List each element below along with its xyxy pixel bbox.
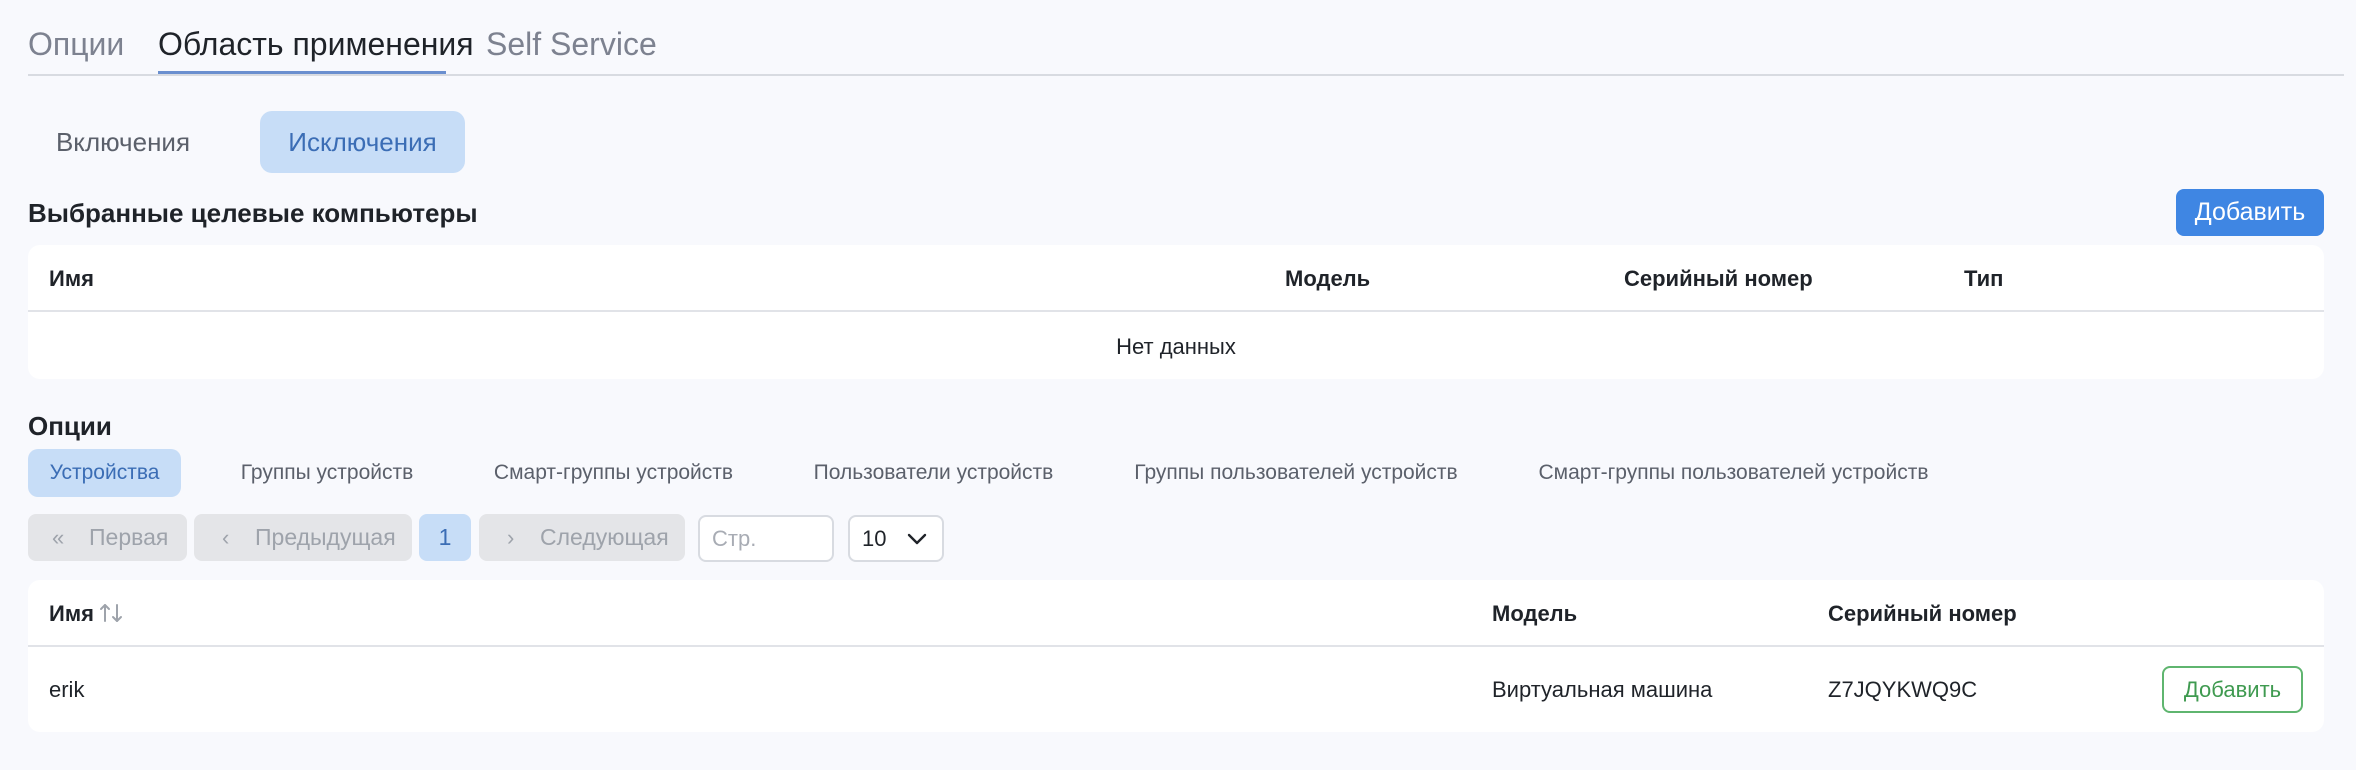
add-target-button[interactable]: Добавить bbox=[2176, 189, 2324, 236]
page-size-value: 10 bbox=[862, 526, 887, 551]
sort-icon[interactable] bbox=[98, 601, 124, 625]
next-page-button[interactable]: › Следующая bbox=[479, 514, 685, 561]
prev-page-button[interactable]: ‹ Предыдущая bbox=[194, 514, 412, 561]
column-header-type[interactable]: Тип bbox=[1964, 266, 2003, 292]
page-size-select[interactable]: 10 bbox=[848, 515, 944, 562]
device-serial: Z7JQYKWQ9C bbox=[1828, 677, 1978, 702]
column-header-model[interactable]: Модель bbox=[1285, 266, 1370, 292]
active-tab-indicator bbox=[158, 71, 446, 74]
chevron-left-icon: ‹ bbox=[222, 525, 230, 550]
tab-options[interactable]: Опции bbox=[28, 26, 124, 63]
chip-device-user-smart-groups[interactable]: Смарт-группы пользователей устройств bbox=[1518, 449, 1949, 497]
subtab-inclusions[interactable]: Включения bbox=[28, 111, 218, 173]
empty-state-text: Нет данных bbox=[1116, 334, 1236, 359]
tab-self-service[interactable]: Self Service bbox=[486, 26, 657, 63]
page-number-input[interactable] bbox=[698, 515, 834, 562]
column-header-serial[interactable]: Серийный номер bbox=[1828, 601, 2017, 627]
add-device-button[interactable]: Добавить bbox=[2162, 666, 2303, 713]
prev-page-label: Предыдущая bbox=[255, 524, 396, 550]
column-header-serial[interactable]: Серийный номер bbox=[1624, 266, 1813, 292]
top-tab-bar: Опции Область применения Self Service bbox=[28, 0, 2344, 76]
options-title: Опции bbox=[28, 411, 112, 441]
header-divider bbox=[28, 310, 2324, 312]
chip-device-user-groups[interactable]: Группы пользователей устройств bbox=[1114, 449, 1478, 497]
tab-scope[interactable]: Область применения bbox=[158, 26, 474, 63]
chevron-right-icon: › bbox=[507, 525, 515, 550]
column-header-name[interactable]: Имя bbox=[49, 601, 94, 627]
column-header-model[interactable]: Модель bbox=[1492, 601, 1577, 627]
column-header-name[interactable]: Имя bbox=[49, 266, 94, 292]
chip-device-smart-groups[interactable]: Смарт-группы устройств bbox=[474, 449, 753, 497]
next-page-label: Следующая bbox=[540, 524, 669, 550]
targets-table: Имя Модель Серийный номер Тип Нет данных bbox=[28, 245, 2324, 379]
chevron-down-icon bbox=[907, 533, 927, 545]
current-page[interactable]: 1 bbox=[419, 514, 471, 561]
device-name: erik bbox=[49, 677, 85, 702]
chip-devices[interactable]: Устройства bbox=[28, 449, 181, 497]
subtab-exclusions[interactable]: Исключения bbox=[260, 111, 465, 173]
double-chevron-left-icon: « bbox=[52, 525, 65, 550]
device-model: Виртуальная машина bbox=[1492, 677, 1713, 702]
targets-title: Выбранные целевые компьютеры bbox=[28, 198, 478, 228]
first-page-label: Первая bbox=[89, 524, 169, 550]
devices-table: Имя Модель Серийный номер erik Виртуальн… bbox=[28, 580, 2324, 732]
first-page-button[interactable]: « Первая bbox=[28, 514, 187, 561]
table-row: erik Виртуальная машина Z7JQYKWQ9C bbox=[28, 647, 2324, 732]
chip-device-groups[interactable]: Группы устройств bbox=[220, 449, 434, 497]
chip-device-users[interactable]: Пользователи устройств bbox=[793, 449, 1074, 497]
